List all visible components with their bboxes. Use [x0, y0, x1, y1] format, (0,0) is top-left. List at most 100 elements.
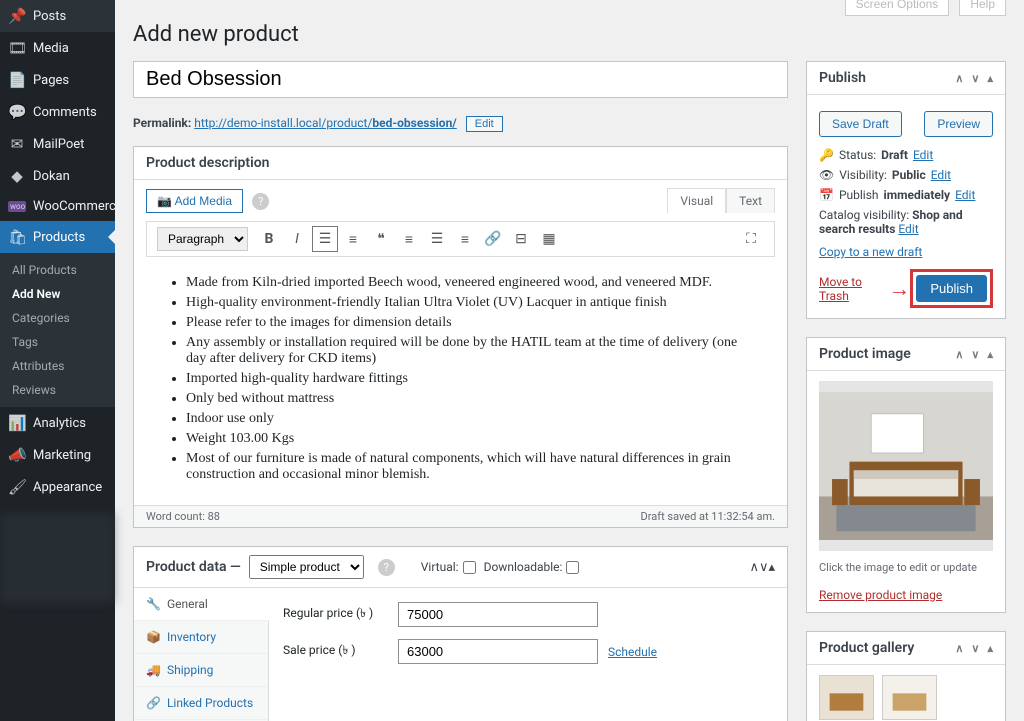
- sidebar-submenu: All Products Add New Categories Tags Att…: [0, 253, 115, 407]
- visibility-edit-link[interactable]: Edit: [931, 168, 951, 182]
- downloadable-checkbox[interactable]: [566, 561, 579, 574]
- sidebar-sub-tags[interactable]: Tags: [0, 330, 115, 354]
- gallery-thumb[interactable]: [819, 675, 874, 720]
- copy-draft-link[interactable]: Copy to a new draft: [819, 245, 922, 259]
- readmore-button[interactable]: ⊟: [508, 226, 534, 252]
- publish-date-edit-link[interactable]: Edit: [955, 188, 975, 202]
- product-title-input[interactable]: [134, 62, 787, 97]
- paragraph-select[interactable]: Paragraph: [157, 227, 248, 251]
- help-icon[interactable]: ?: [378, 559, 395, 576]
- sidebar-item-appearance[interactable]: 🖌Appearance: [0, 471, 115, 503]
- sidebar-item-analytics[interactable]: 📊Analytics: [0, 407, 115, 439]
- quote-button[interactable]: ❝: [368, 226, 394, 252]
- sidebar-sub-categories[interactable]: Categories: [0, 306, 115, 330]
- draft-saved-time: Draft saved at 11:32:54 am.: [641, 510, 775, 523]
- page-title: Add new product: [133, 22, 1006, 47]
- sidebar-item-marketing[interactable]: 📣Marketing: [0, 439, 115, 471]
- italic-button[interactable]: I: [284, 226, 310, 252]
- calendar-icon: 📅: [819, 188, 834, 202]
- catalog-edit-link[interactable]: Edit: [898, 222, 918, 236]
- align-center-button[interactable]: ☰: [424, 226, 450, 252]
- product-image-heading: Product image: [819, 346, 911, 362]
- sidebar-item-pages[interactable]: 📄Pages: [0, 64, 115, 96]
- publish-button[interactable]: Publish: [916, 275, 987, 302]
- product-image-hint: Click the image to edit or update: [819, 561, 993, 574]
- align-left-button[interactable]: ≡: [396, 226, 422, 252]
- appearance-icon: 🖌: [8, 478, 26, 496]
- ol-button[interactable]: ≡: [340, 226, 366, 252]
- product-type-select[interactable]: Simple product: [249, 555, 364, 579]
- annotation-arrow: →: [888, 276, 910, 302]
- toolbar-toggle-button[interactable]: ▦: [536, 226, 562, 252]
- chevron-down-icon[interactable]: ∨: [971, 72, 979, 85]
- regular-price-input[interactable]: [398, 602, 598, 627]
- gallery-thumb[interactable]: [882, 675, 937, 720]
- comment-icon: 💬: [8, 103, 26, 121]
- caret-up-icon[interactable]: ▴: [987, 642, 993, 655]
- status-edit-link[interactable]: Edit: [913, 148, 933, 162]
- sidebar-sub-all[interactable]: All Products: [0, 258, 115, 282]
- product-image-preview[interactable]: [819, 381, 993, 551]
- key-icon: 🔑: [819, 148, 834, 162]
- chevron-down-icon[interactable]: ∨: [971, 642, 979, 655]
- editor-content[interactable]: Made from Kiln-dried imported Beech wood…: [134, 257, 787, 505]
- sidebar-sub-attributes[interactable]: Attributes: [0, 354, 115, 378]
- fullscreen-button[interactable]: ⛶: [738, 226, 764, 252]
- sidebar-item-media[interactable]: 🎞Media: [0, 32, 115, 64]
- mail-icon: ✉: [8, 135, 26, 153]
- product-description-heading: Product description: [146, 155, 269, 171]
- sidebar-item-woocommerce[interactable]: wooWooCommerce: [0, 192, 115, 221]
- admin-sidebar: 📌Posts 🎞Media 📄Pages 💬Comments ✉MailPoet…: [0, 0, 115, 721]
- virtual-label: Virtual:: [421, 560, 476, 574]
- sale-price-label: Sale price (৳ ): [283, 642, 388, 662]
- sale-price-input[interactable]: [398, 639, 598, 664]
- align-right-button[interactable]: ≡: [452, 226, 478, 252]
- add-media-button[interactable]: 📷 Add Media: [146, 189, 243, 213]
- pd-tab-general[interactable]: 🔧 General: [134, 588, 269, 621]
- chevron-up-icon[interactable]: ∧: [955, 348, 963, 361]
- caret-up-icon[interactable]: ▴: [987, 72, 993, 85]
- product-gallery-heading: Product gallery: [819, 640, 914, 656]
- pd-tab-linked[interactable]: 🔗 Linked Products: [134, 687, 268, 720]
- annotation-highlight: Publish: [910, 269, 993, 308]
- sidebar-item-posts[interactable]: 📌Posts: [0, 0, 115, 32]
- editor-toolbar: Paragraph B I ☰ ≡ ❝ ≡ ☰ ≡ 🔗 ⊟ ▦ ⛶: [146, 221, 775, 257]
- permalink-link[interactable]: http://demo-install.local/product/bed-ob…: [194, 116, 457, 130]
- downloadable-label: Downloadable:: [484, 560, 580, 574]
- move-to-trash-link[interactable]: Move to Trash: [819, 275, 888, 303]
- sidebar-item-mailpoet[interactable]: ✉MailPoet: [0, 128, 115, 160]
- pin-icon: 📌: [8, 7, 26, 25]
- preview-button[interactable]: Preview: [924, 111, 993, 137]
- sidebar-sub-addnew[interactable]: Add New: [0, 282, 115, 306]
- remove-product-image-link[interactable]: Remove product image: [819, 588, 942, 602]
- schedule-link[interactable]: Schedule: [608, 645, 657, 659]
- caret-up-icon[interactable]: ▴: [768, 560, 775, 575]
- chevron-up-icon[interactable]: ∧: [955, 642, 963, 655]
- chevron-up-icon[interactable]: ∧: [749, 560, 759, 575]
- link-button[interactable]: 🔗: [480, 226, 506, 252]
- screen-options-button[interactable]: Screen Options: [845, 0, 950, 16]
- marketing-icon: 📣: [8, 446, 26, 464]
- word-count: Word count: 88: [146, 510, 220, 523]
- sidebar-item-comments[interactable]: 💬Comments: [0, 96, 115, 128]
- sidebar-item-products[interactable]: 🛍Products: [0, 221, 115, 253]
- dokan-icon: ◆: [8, 167, 26, 185]
- pd-tab-shipping[interactable]: 🚚 Shipping: [134, 654, 268, 687]
- save-draft-button[interactable]: Save Draft: [819, 111, 902, 137]
- permalink-edit-button[interactable]: Edit: [466, 116, 503, 132]
- help-icon[interactable]: ?: [252, 193, 269, 210]
- pd-tab-inventory[interactable]: 📦 Inventory: [134, 621, 268, 654]
- sidebar-item-dokan[interactable]: ◆Dokan: [0, 160, 115, 192]
- chevron-up-icon[interactable]: ∧: [955, 72, 963, 85]
- caret-up-icon[interactable]: ▴: [987, 348, 993, 361]
- ul-button[interactable]: ☰: [312, 226, 338, 252]
- chevron-down-icon[interactable]: ∨: [971, 348, 979, 361]
- sidebar-sub-reviews[interactable]: Reviews: [0, 378, 115, 402]
- virtual-checkbox[interactable]: [463, 561, 476, 574]
- help-button[interactable]: Help: [959, 0, 1006, 16]
- page-icon: 📄: [8, 71, 26, 89]
- tab-text[interactable]: Text: [726, 188, 775, 213]
- tab-visual[interactable]: Visual: [667, 188, 726, 213]
- bold-button[interactable]: B: [256, 226, 282, 252]
- woo-icon: woo: [8, 201, 26, 212]
